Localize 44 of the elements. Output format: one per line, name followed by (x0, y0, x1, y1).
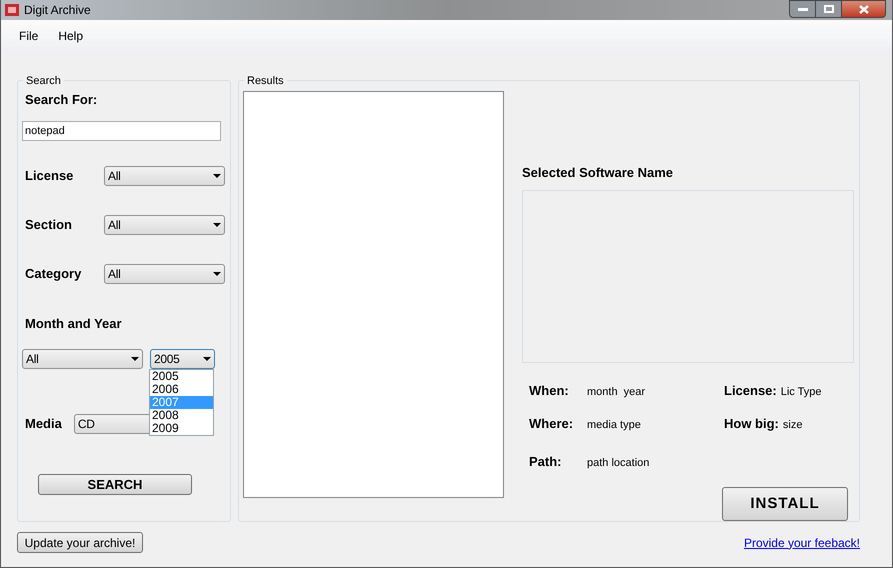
caret-icon (213, 222, 221, 226)
search-button[interactable]: SEARCH (38, 474, 192, 495)
window-title: Digit Archive (24, 2, 91, 19)
filter-label: Category (25, 264, 82, 283)
caret-icon (131, 357, 139, 361)
close-icon (858, 4, 868, 14)
detail-value: month year (587, 384, 646, 400)
filter-dropdown[interactable]: All (104, 264, 225, 284)
install-button[interactable]: INSTALL (722, 487, 848, 521)
close-button[interactable] (842, 0, 886, 18)
feedback-link[interactable]: Provide your feeback! (744, 534, 860, 552)
update-archive-button[interactable]: Update your archive! (17, 532, 143, 553)
month-dropdown[interactable]: All (22, 349, 143, 369)
selected-name-label: Selected Software Name (522, 164, 674, 182)
detail-label: How big: (724, 415, 779, 434)
minimize-icon (798, 8, 808, 10)
year-dropdown[interactable]: 2005 (150, 349, 215, 369)
filter-label: License (25, 166, 74, 185)
detail-value: media type (587, 418, 641, 434)
detail-value: path location (587, 456, 650, 471)
caret-icon (203, 357, 211, 361)
app-icon (5, 4, 19, 16)
menu-item[interactable]: Help (50, 27, 92, 45)
maximize-button[interactable] (816, 0, 842, 18)
month-year-label: Month and Year (25, 314, 123, 332)
detail-value: Lic Type (780, 384, 822, 400)
search-for-label: Search For: (25, 91, 98, 109)
maximize-icon (824, 5, 834, 13)
search-field[interactable]: notepad (22, 120, 221, 140)
filter-dropdown[interactable]: All (104, 214, 225, 234)
detail-value: size (782, 418, 802, 434)
caret-icon (213, 272, 221, 276)
caret-icon (213, 174, 221, 178)
filter-label: Section (25, 216, 72, 234)
filter-dropdown[interactable]: All (104, 166, 225, 186)
year-option[interactable]: 2006 (150, 383, 213, 396)
year-option[interactable]: 2005 (150, 370, 213, 383)
detail-label: When: (529, 382, 570, 400)
detail-label: License: (724, 382, 777, 400)
detail-label: Where: (529, 415, 574, 434)
minimize-button[interactable] (789, 0, 816, 18)
detail-label: Path: (529, 452, 562, 471)
media-label: Media (25, 415, 62, 434)
menu-item[interactable]: File (11, 27, 46, 45)
